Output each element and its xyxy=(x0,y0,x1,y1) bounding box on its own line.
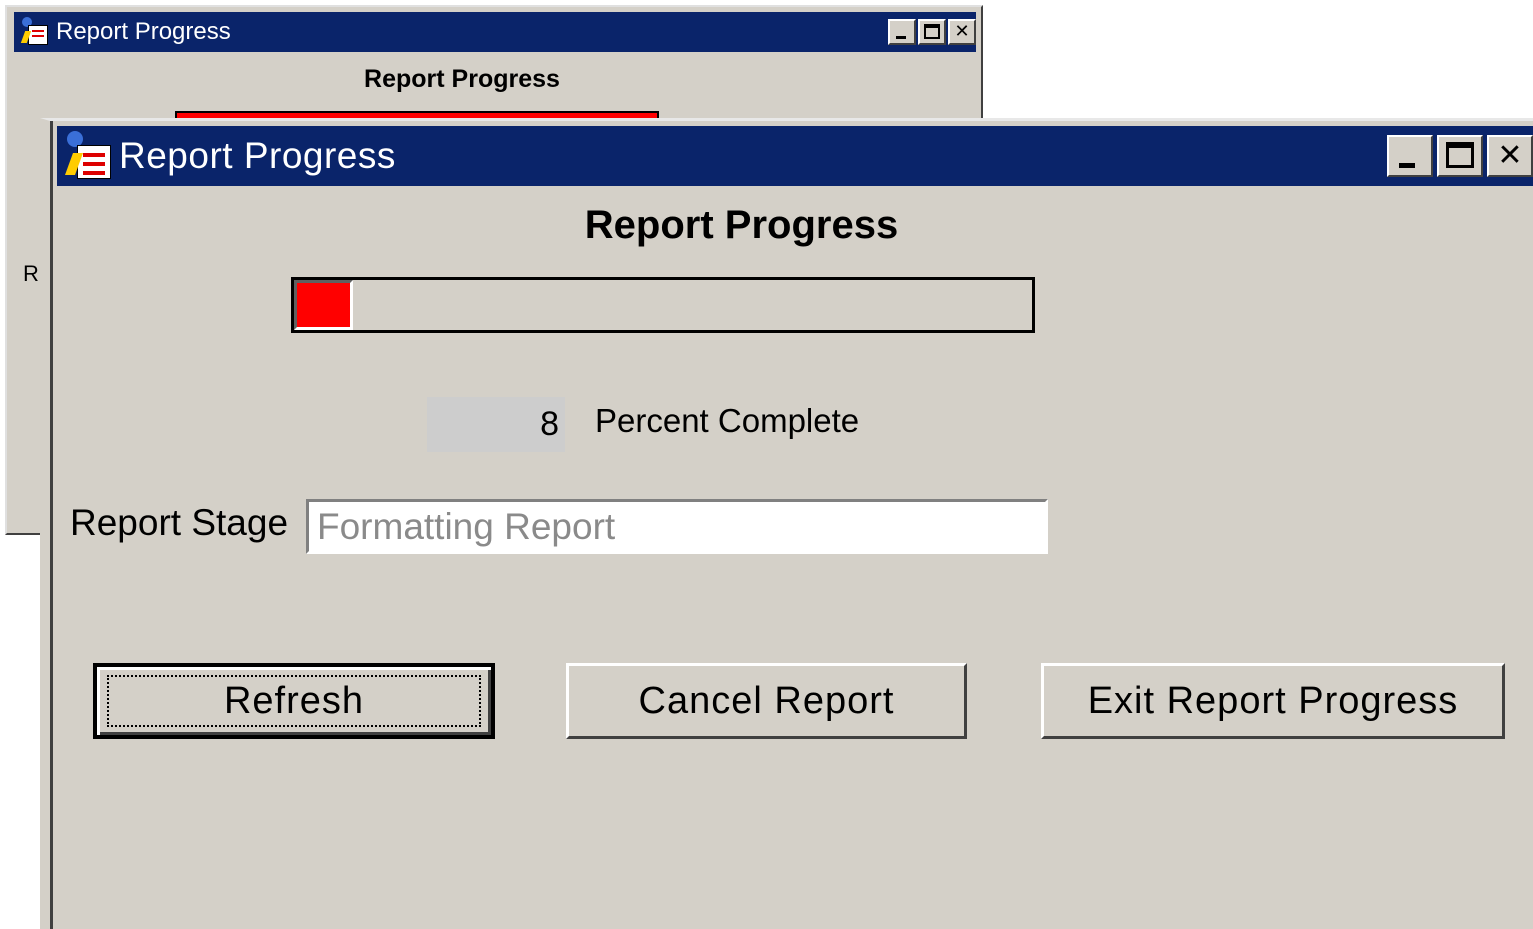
back-minimize-button[interactable] xyxy=(888,19,916,45)
close-icon: ✕ xyxy=(1497,138,1523,173)
front-titlebar[interactable]: Report Progress ✕ xyxy=(57,126,1533,186)
maximize-button[interactable] xyxy=(1437,135,1483,177)
focus-ring xyxy=(107,675,481,727)
back-window-title: Report Progress xyxy=(56,18,231,45)
exit-report-progress-button[interactable]: Exit Report Progress xyxy=(1041,663,1505,739)
minimize-icon xyxy=(896,36,906,39)
refresh-button[interactable]: Refresh xyxy=(93,663,495,739)
report-stage-field[interactable]: Formatting Report xyxy=(306,499,1048,554)
back-maximize-button[interactable] xyxy=(918,19,946,45)
progress-fill xyxy=(294,280,354,330)
maximize-icon xyxy=(1446,142,1474,168)
report-progress-window: Report Progress ✕ Report Progress 8 Perc… xyxy=(40,118,1533,929)
report-stage-label: Report Stage xyxy=(70,502,289,543)
report-app-icon xyxy=(63,131,113,181)
back-stage-label: R xyxy=(23,261,39,286)
back-page-title: Report Progress xyxy=(364,65,560,93)
back-titlebar[interactable]: Report Progress ✕ xyxy=(14,12,976,52)
maximize-icon xyxy=(924,24,940,39)
report-app-icon xyxy=(20,17,50,47)
back-close-button[interactable]: ✕ xyxy=(948,19,976,45)
progress-bar xyxy=(291,277,1035,333)
close-button[interactable]: ✕ xyxy=(1487,135,1533,177)
cancel-report-button-label: Cancel Report xyxy=(638,679,895,722)
cancel-report-button[interactable]: Cancel Report xyxy=(566,663,967,739)
percent-value: 8 xyxy=(427,397,565,452)
close-icon: ✕ xyxy=(954,21,970,42)
window-title: Report Progress xyxy=(119,135,396,176)
exit-report-progress-button-label: Exit Report Progress xyxy=(1087,679,1459,722)
page-title: Report Progress xyxy=(584,203,899,247)
percent-complete-label: Percent Complete xyxy=(595,402,860,439)
minimize-button[interactable] xyxy=(1387,135,1433,177)
minimize-icon xyxy=(1399,163,1415,168)
